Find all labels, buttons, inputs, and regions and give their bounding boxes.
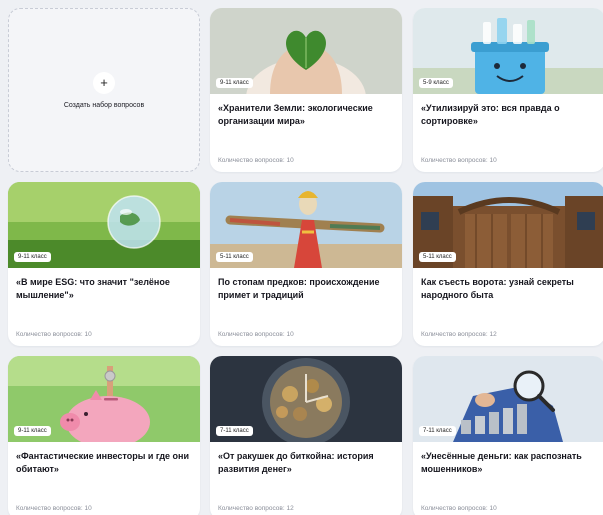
card-title: «Фантастические инвесторы и где они обит… bbox=[16, 451, 190, 474]
create-question-set-label: Создать набор вопросов bbox=[63, 101, 145, 109]
card-image: 7-11 класс bbox=[413, 356, 603, 442]
grade-badge: 9-11 класс bbox=[14, 252, 51, 262]
question-set-card[interactable]: 5-11 класс Как съесть ворота: узнай секр… bbox=[413, 182, 603, 346]
card-image: 9-11 класс bbox=[8, 356, 200, 442]
question-set-card[interactable]: 5-11 класс По стопам предков: происхожде… bbox=[210, 182, 402, 346]
grade-badge: 9-11 класс bbox=[14, 426, 51, 436]
card-image: 9-11 класс bbox=[210, 8, 402, 94]
grade-badge: 5-9 класс bbox=[419, 78, 453, 88]
question-set-card[interactable]: 7-11 класс «Унесённые деньги: как распоз… bbox=[413, 356, 603, 515]
card-title: Как съесть ворота: узнай секреты народно… bbox=[421, 277, 574, 300]
question-count: Количество вопросов: 10 bbox=[16, 505, 92, 512]
grade-badge: 7-11 класс bbox=[216, 426, 253, 436]
question-count: Количество вопросов: 12 bbox=[421, 331, 497, 338]
question-set-card[interactable]: 9-11 класс «Хранители Земли: экологическ… bbox=[210, 8, 402, 172]
question-set-card[interactable]: 9-11 класс «В мире ESG: что значит "зелё… bbox=[8, 182, 200, 346]
card-title: «Хранители Земли: экологические организа… bbox=[218, 103, 373, 126]
question-count: Количество вопросов: 10 bbox=[421, 157, 497, 164]
question-count: Количество вопросов: 10 bbox=[218, 331, 294, 338]
card-title: «Унесённые деньги: как распознать мошенн… bbox=[421, 451, 582, 474]
grade-badge: 7-11 класс bbox=[419, 426, 456, 436]
grade-badge: 5-11 класс bbox=[419, 252, 456, 262]
plus-icon: + bbox=[93, 71, 115, 94]
question-set-card[interactable]: 7-11 класс «От ракушек до биткойна: исто… bbox=[210, 356, 402, 515]
create-question-set-card[interactable]: + Создать набор вопросов bbox=[8, 8, 200, 172]
card-image: 5-11 класс bbox=[210, 182, 402, 268]
card-title: «В мире ESG: что значит "зелёное мышлени… bbox=[16, 277, 170, 300]
question-count: Количество вопросов: 10 bbox=[16, 331, 92, 338]
card-image: 5-11 класс bbox=[413, 182, 603, 268]
card-title: «От ракушек до биткойна: история развити… bbox=[218, 451, 374, 474]
card-title: «Утилизируй это: вся правда о сортировке… bbox=[421, 103, 560, 126]
question-set-card[interactable]: 5-9 класс «Утилизируй это: вся правда о … bbox=[413, 8, 603, 172]
card-image: 9-11 класс bbox=[8, 182, 200, 268]
question-set-card[interactable]: 9-11 класс «Фантастические инвесторы и г… bbox=[8, 356, 200, 515]
question-count: Количество вопросов: 10 bbox=[218, 157, 294, 164]
question-count: Количество вопросов: 12 bbox=[218, 505, 294, 512]
card-title: По стопам предков: происхождение примет … bbox=[218, 277, 380, 300]
card-image: 7-11 класс bbox=[210, 356, 402, 442]
grade-badge: 9-11 класс bbox=[216, 78, 253, 88]
question-count: Количество вопросов: 10 bbox=[421, 505, 497, 512]
card-image: 5-9 класс bbox=[413, 8, 603, 94]
grade-badge: 5-11 класс bbox=[216, 252, 253, 262]
